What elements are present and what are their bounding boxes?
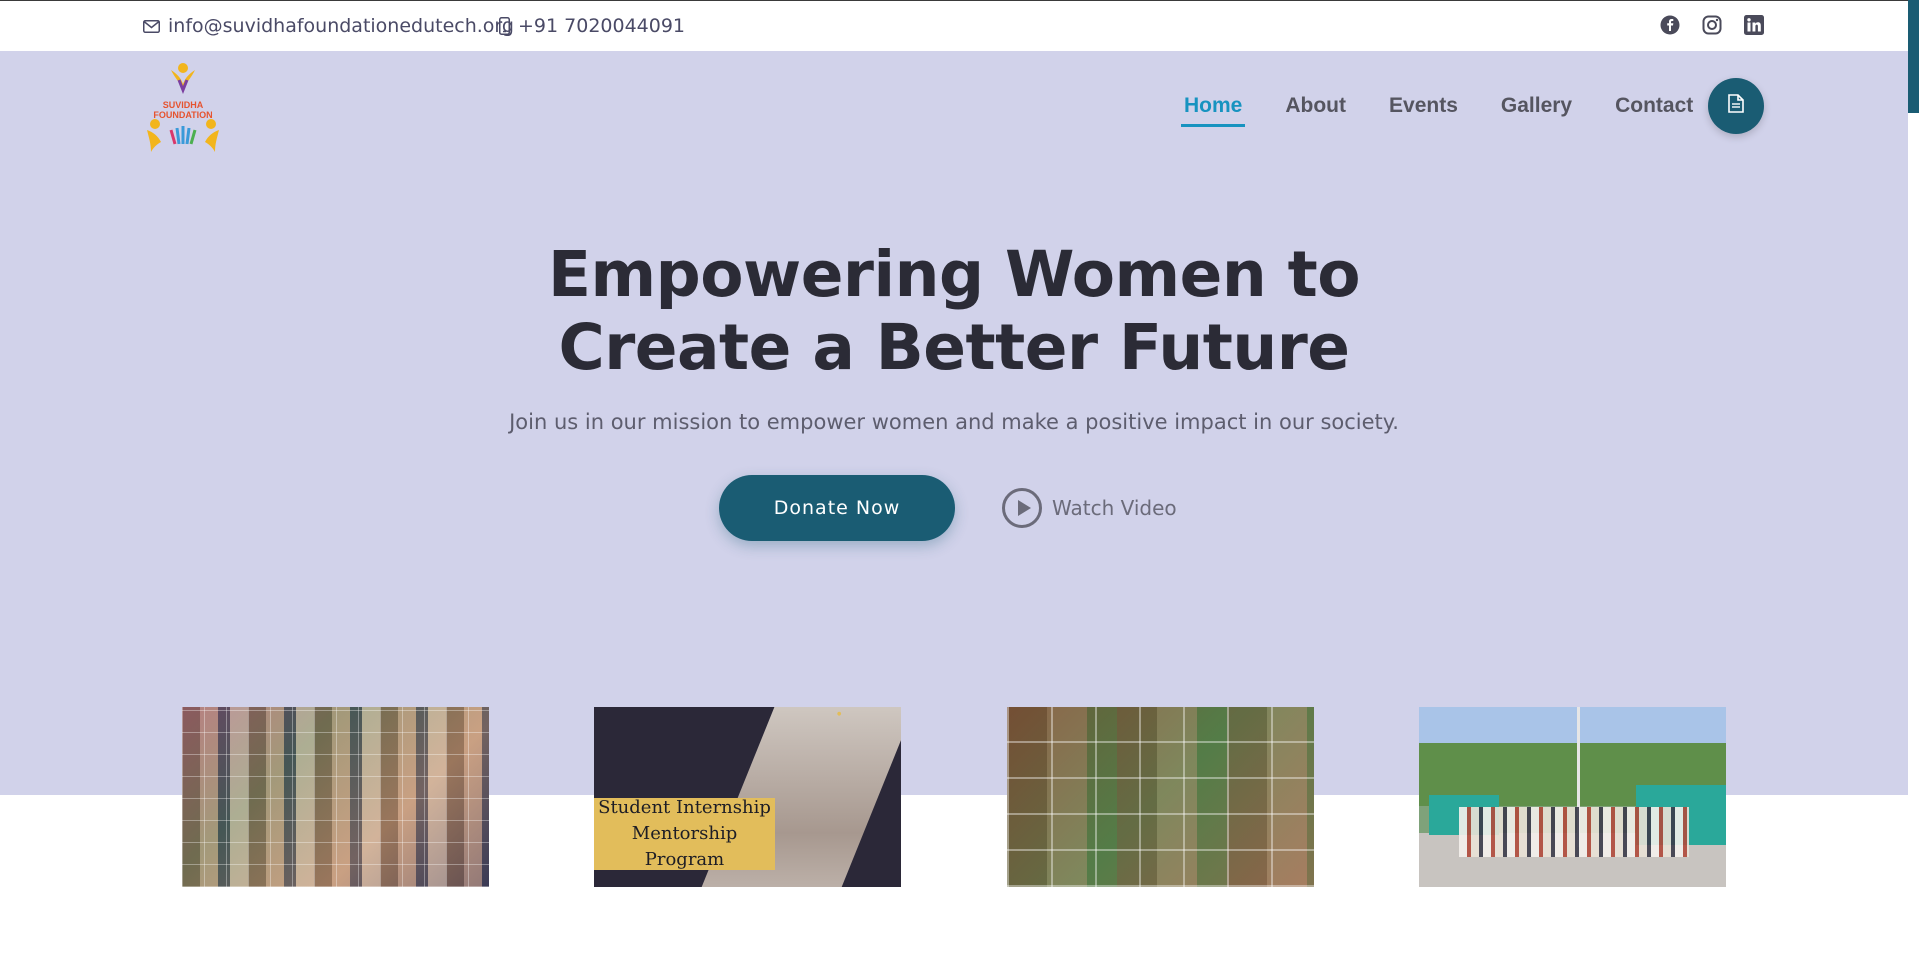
watch-video-button[interactable]: Watch Video [1002,488,1177,528]
scrollbar[interactable] [1908,0,1919,979]
gallery-card-portraits[interactable] [182,707,489,887]
gallery-card-activities[interactable] [1007,707,1314,887]
play-icon [1002,488,1042,528]
hero-subtitle: Join us in our mission to empower women … [509,410,1399,434]
instagram-icon[interactable] [1702,15,1722,35]
phone-link[interactable]: +91 7020044091 [499,15,685,37]
main-nav: Home About Events Gallery Contact [1180,94,1693,127]
social-links [1660,15,1764,35]
tag-line2: Mentorship Program [631,823,738,870]
nav-events[interactable]: Events [1389,94,1458,127]
mini-logo-icon: ● [837,711,842,717]
facebook-icon[interactable] [1660,15,1680,35]
logo-text-line2: FOUNDATION [153,110,212,120]
document-button[interactable] [1708,78,1764,134]
nav-contact[interactable]: Contact [1615,94,1693,127]
event-crowd-image [1459,807,1689,857]
phone-icon [499,17,510,35]
document-icon [1728,94,1744,118]
logo-text-line1: SUVIDHA [163,100,204,110]
nav-home[interactable]: Home [1180,94,1246,127]
internship-tag: Student Internship Mentorship Program [594,797,775,870]
tag-line1: Student Internship [598,797,771,818]
headline-line2: Create a Better Future [558,311,1351,384]
nav-gallery[interactable]: Gallery [1501,94,1572,127]
mail-icon [143,19,160,33]
top-bar: info@suvidhafoundationedutech.org +91 70… [0,0,1919,51]
portrait-collage-image [182,707,489,887]
headline-line1: Empowering Women to [547,238,1361,311]
donate-now-button[interactable]: Donate Now [719,475,955,541]
activities-collage-image [1007,707,1314,887]
email-text: info@suvidhafoundationedutech.org [168,15,514,37]
scrollbar-thumb[interactable] [1908,0,1919,113]
gallery-card-event[interactable] [1419,707,1726,887]
watch-video-label: Watch Video [1052,496,1177,520]
gallery-card-internship[interactable]: ● Student Internship Mentorship Program [594,707,901,887]
email-link[interactable]: info@suvidhafoundationedutech.org [143,15,514,37]
linkedin-icon[interactable] [1744,15,1764,35]
phone-text: +91 7020044091 [518,15,686,37]
nav-about[interactable]: About [1285,94,1346,127]
site-logo[interactable]: SUVIDHA FOUNDATION [143,60,223,154]
hero-headline: Empowering Women to Create a Better Futu… [0,238,1908,384]
